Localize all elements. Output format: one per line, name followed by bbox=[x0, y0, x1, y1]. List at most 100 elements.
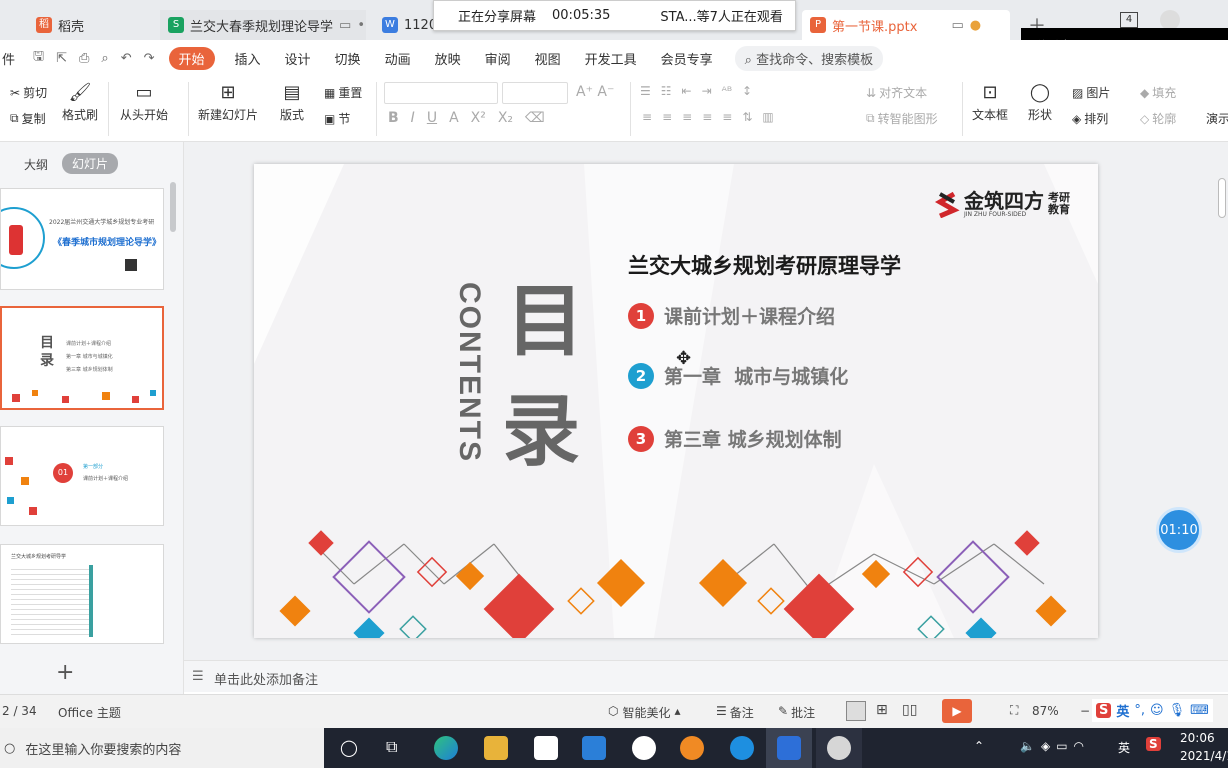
present-button[interactable]: 演示 bbox=[1206, 110, 1228, 127]
undo-icon[interactable]: ↶ bbox=[121, 51, 132, 66]
recording-timer[interactable]: 01:10 bbox=[1156, 507, 1202, 553]
menu-insert[interactable]: 插入 bbox=[223, 49, 273, 68]
print-icon[interactable]: ⎙ bbox=[79, 51, 89, 66]
meeting-task-slot[interactable] bbox=[816, 728, 862, 768]
shield-icon[interactable]: ◈ bbox=[1041, 739, 1050, 753]
slide-thumb-1[interactable]: 2022届兰州交通大学城乡规划专业考研 《春季城市规划理论导学》 bbox=[0, 188, 164, 290]
tab-presentation[interactable]: P 第一节课.pptx ▭ ● bbox=[802, 10, 1010, 40]
zoom-level[interactable]: 87% bbox=[1032, 704, 1059, 718]
menu-view[interactable]: 视图 bbox=[523, 49, 573, 68]
align-right-icon[interactable]: ≡ bbox=[682, 110, 692, 124]
shape-button[interactable]: ◯ 形状 bbox=[1028, 82, 1052, 123]
ie-icon[interactable] bbox=[730, 736, 754, 760]
arrange-button[interactable]: ◈ 排列 bbox=[1072, 110, 1108, 127]
avatar[interactable] bbox=[1160, 10, 1180, 30]
beautify-button[interactable]: ⬡ 智能美化 ▴ bbox=[608, 704, 681, 721]
punctuation-icon[interactable]: °, bbox=[1134, 703, 1145, 718]
reset-button[interactable]: ▦ 重置 bbox=[324, 84, 362, 101]
notes-pane[interactable]: ☰ 单击此处添加备注 bbox=[184, 660, 1228, 692]
font-grow-icon[interactable]: A⁺ A⁻ bbox=[576, 84, 614, 100]
number-list-icon[interactable]: ☷ bbox=[661, 84, 672, 98]
from-start-button[interactable]: ▭ 从头开始 bbox=[120, 82, 168, 123]
chevron-up-icon[interactable]: ⌃ bbox=[974, 739, 984, 753]
font-size-select[interactable] bbox=[502, 82, 568, 104]
underline-icon[interactable]: U bbox=[427, 110, 437, 126]
outline-tab[interactable]: 大纲 bbox=[24, 156, 48, 173]
panel-scrollbar[interactable] bbox=[170, 182, 176, 232]
align-group[interactable]: ≡ ≡ ≡ ≡ ≡ ⇅ ▥ bbox=[642, 110, 774, 124]
bold-icon[interactable]: B bbox=[388, 110, 399, 126]
close-icon[interactable]: • bbox=[357, 18, 365, 33]
section-button[interactable]: ▣ 节 bbox=[324, 110, 350, 127]
edge-icon[interactable] bbox=[434, 736, 458, 760]
justify-icon[interactable]: ≡ bbox=[702, 110, 712, 124]
play-button[interactable]: ▶ bbox=[942, 699, 972, 723]
menu-member[interactable]: 会员专享 bbox=[649, 49, 725, 68]
save-icon[interactable]: 🖫 bbox=[33, 47, 44, 69]
slide-thumb-4[interactable]: 兰交大城乡规划考研导学 bbox=[0, 544, 164, 644]
browser-icon[interactable] bbox=[680, 736, 704, 760]
mic-icon[interactable]: 🎙 bbox=[1169, 703, 1186, 718]
notes-button[interactable]: ☰ 备注 bbox=[716, 704, 754, 721]
menu-animation[interactable]: 动画 bbox=[373, 49, 423, 68]
task-view-icon[interactable]: ⧉ bbox=[386, 737, 397, 757]
line-spacing-icon[interactable]: ⇅ bbox=[742, 110, 752, 124]
battery-icon[interactable]: ▭ bbox=[1056, 739, 1067, 753]
indent-icon[interactable]: ⇤ bbox=[682, 84, 692, 98]
text-direction-icon[interactable]: ᴬᴮ bbox=[722, 84, 732, 98]
store-icon[interactable] bbox=[534, 736, 558, 760]
tab-count-badge[interactable]: 4 bbox=[1120, 12, 1138, 28]
wps-task-slot[interactable] bbox=[766, 728, 812, 768]
redo-icon[interactable]: ↷ bbox=[144, 51, 155, 66]
canvas-scrollbar[interactable] bbox=[1218, 178, 1226, 218]
fill-button[interactable]: ◆ 填充 bbox=[1140, 84, 1176, 101]
reading-view-icon[interactable]: ▯▯ bbox=[902, 702, 917, 718]
preview-icon[interactable]: ⌕ bbox=[101, 51, 108, 66]
menu-design[interactable]: 设计 bbox=[273, 49, 323, 68]
align-text-button[interactable]: ⇊ 对齐文本 bbox=[866, 84, 927, 101]
system-tray[interactable]: 🔈 ◈ ▭ ◠ bbox=[1020, 739, 1084, 753]
slide-thumb-2[interactable]: 目录 课前计划＋课程介绍 第一章 城市与城镇化 第三章 城乡规划体制 bbox=[0, 306, 164, 410]
add-slide-button[interactable]: + bbox=[56, 660, 74, 685]
sogou-tray-icon[interactable]: S bbox=[1146, 737, 1161, 751]
eraser-icon[interactable]: ⌫ bbox=[525, 110, 545, 126]
comment-button[interactable]: ✎ 批注 bbox=[778, 704, 815, 721]
slide[interactable]: 金筑四方 JIN ZHU FOUR-SIDED 考研 教育 CONTENTS 目… bbox=[254, 164, 1098, 638]
subscript-icon[interactable]: X₂ bbox=[498, 110, 513, 126]
sorter-view-icon[interactable]: ⊞ bbox=[876, 702, 888, 718]
slide-thumb-3[interactable]: 01 第一部分 课前计划＋课程介绍 bbox=[0, 426, 164, 526]
list-group[interactable]: ☰ ☷ ⇤ ⇥ ᴬᴮ ↕ bbox=[640, 84, 752, 98]
font-name-select[interactable] bbox=[384, 82, 498, 104]
clock-time[interactable]: 20:06 bbox=[1180, 731, 1215, 745]
new-slide-button[interactable]: ⊞ 新建幻灯片 bbox=[198, 82, 258, 123]
sort-icon[interactable]: ↕ bbox=[742, 84, 752, 98]
keyboard-icon[interactable]: ⌨ bbox=[1190, 703, 1209, 718]
file-explorer-icon[interactable] bbox=[484, 736, 508, 760]
menu-review[interactable]: 审阅 bbox=[473, 49, 523, 68]
export-icon[interactable]: ⇱ bbox=[56, 51, 67, 66]
ime-toolbar[interactable]: S 英 °, ☺ 🎙 ⌨ bbox=[1092, 699, 1213, 722]
tab-docer[interactable]: 稻 稻壳 bbox=[28, 10, 152, 40]
normal-view-icon[interactable] bbox=[846, 701, 866, 721]
outline-button[interactable]: ◇ 轮廓 bbox=[1140, 110, 1176, 127]
menu-home[interactable]: 开始 bbox=[168, 46, 215, 70]
distribute-icon[interactable]: ≡ bbox=[722, 110, 732, 124]
ime-mode[interactable]: 英 bbox=[1116, 701, 1129, 720]
slides-tab[interactable]: 幻灯片 bbox=[62, 153, 119, 174]
italic-icon[interactable]: I bbox=[411, 110, 415, 126]
format-painter-button[interactable]: 🖌 格式刷 bbox=[62, 82, 98, 123]
menu-developer[interactable]: 开发工具 bbox=[573, 49, 649, 68]
font-style-group[interactable]: B I U A X² X₂ ⌫ bbox=[388, 110, 545, 126]
mail-icon[interactable] bbox=[582, 736, 606, 760]
app-q-icon[interactable] bbox=[632, 736, 656, 760]
layout-button[interactable]: ▤ 版式 bbox=[280, 82, 304, 123]
font-color-icon[interactable]: A bbox=[449, 110, 459, 126]
taskbar-search[interactable]: ○ 在这里输入你要搜索的内容 bbox=[0, 728, 324, 768]
column-icon[interactable]: ▥ bbox=[762, 110, 773, 124]
align-left-icon[interactable]: ≡ bbox=[642, 110, 652, 124]
menu-slideshow[interactable]: 放映 bbox=[423, 49, 473, 68]
clock-date[interactable]: 2021/4/1 bbox=[1180, 749, 1228, 763]
copy-button[interactable]: ⧉ 复制 bbox=[10, 110, 46, 127]
taskbar-ime[interactable]: 英 bbox=[1118, 739, 1130, 756]
menu-transition[interactable]: 切换 bbox=[323, 49, 373, 68]
